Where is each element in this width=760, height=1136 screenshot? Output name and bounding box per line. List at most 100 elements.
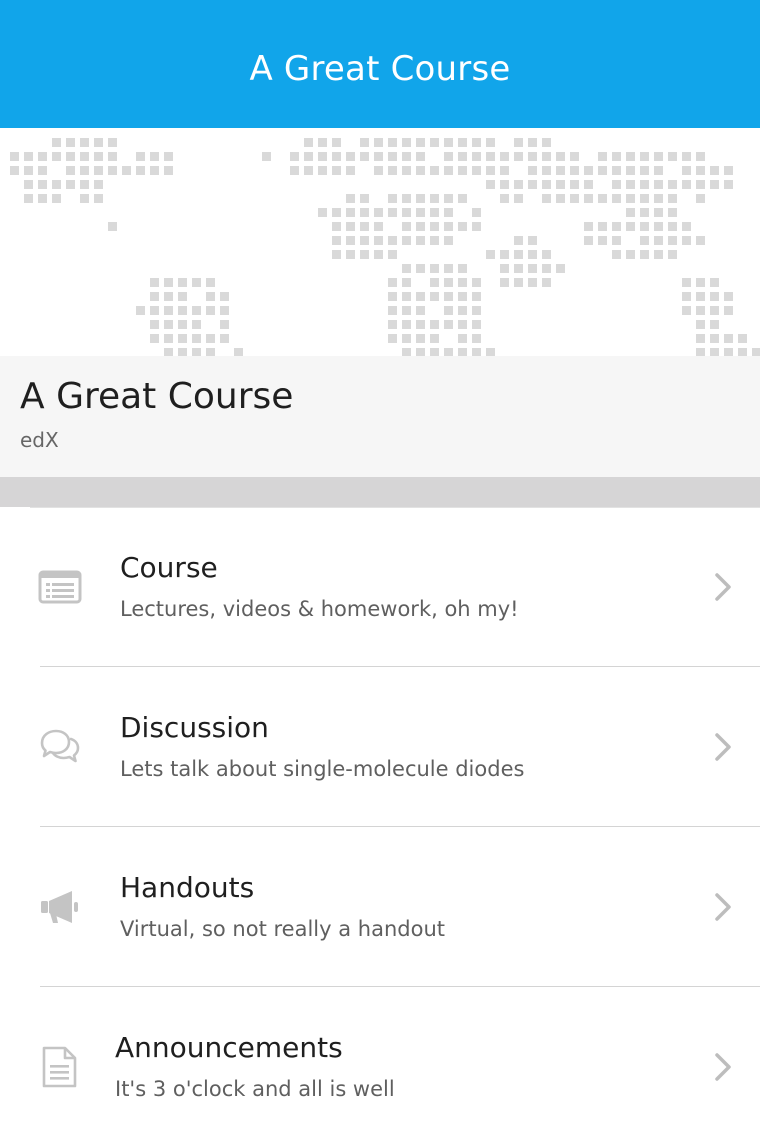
- map-dot: [528, 138, 537, 147]
- map-dot: [696, 236, 705, 245]
- map-dot: [682, 180, 691, 189]
- map-dot: [430, 236, 439, 245]
- map-dot: [444, 208, 453, 217]
- map-dot: [402, 194, 411, 203]
- map-dot: [710, 292, 719, 301]
- map-dot: [570, 152, 579, 161]
- map-dot: [486, 152, 495, 161]
- map-dot: [500, 264, 509, 273]
- map-dot: [192, 320, 201, 329]
- map-dot: [514, 278, 523, 287]
- map-dot: [150, 306, 159, 315]
- map-dot: [416, 166, 425, 175]
- map-dot: [528, 278, 537, 287]
- map-dot: [640, 166, 649, 175]
- menu-item-handouts[interactable]: Handouts Virtual, so not really a handou…: [0, 827, 760, 987]
- map-dot: [654, 250, 663, 259]
- map-dot: [430, 334, 439, 343]
- map-dot: [402, 208, 411, 217]
- map-dot: [402, 278, 411, 287]
- map-dot: [164, 152, 173, 161]
- map-dot: [374, 236, 383, 245]
- map-dot: [500, 278, 509, 287]
- map-dot: [612, 166, 621, 175]
- map-dot: [24, 166, 33, 175]
- menu-item-discussion[interactable]: Discussion Lets talk about single-molecu…: [0, 667, 760, 827]
- map-dot: [416, 208, 425, 217]
- map-dot: [206, 278, 215, 287]
- map-dot: [52, 152, 61, 161]
- map-dot: [626, 180, 635, 189]
- map-dot: [444, 292, 453, 301]
- map-dot: [710, 166, 719, 175]
- map-dot: [360, 138, 369, 147]
- map-dot: [668, 152, 677, 161]
- world-map-dots-image: [10, 138, 760, 357]
- map-dot: [52, 138, 61, 147]
- map-dot: [542, 194, 551, 203]
- map-dot: [668, 194, 677, 203]
- map-dot: [80, 194, 89, 203]
- map-dot: [332, 250, 341, 259]
- menu-item-course[interactable]: Course Lectures, videos & homework, oh m…: [0, 507, 760, 667]
- map-dot: [94, 166, 103, 175]
- chat-bubbles-icon: [40, 729, 80, 763]
- map-dot: [570, 166, 579, 175]
- map-dot: [542, 152, 551, 161]
- map-dot: [164, 278, 173, 287]
- menu-item-subtitle: It's 3 o'clock and all is well: [115, 1077, 395, 1101]
- map-dot: [150, 278, 159, 287]
- map-dot: [416, 306, 425, 315]
- map-dot: [430, 292, 439, 301]
- map-dot: [668, 250, 677, 259]
- map-dot: [654, 222, 663, 231]
- map-dot: [584, 222, 593, 231]
- map-dot: [668, 236, 677, 245]
- map-dot: [178, 306, 187, 315]
- map-dot: [528, 166, 537, 175]
- map-dot: [598, 222, 607, 231]
- map-dot: [528, 236, 537, 245]
- course-header: A Great Course edX: [0, 356, 760, 477]
- map-dot: [346, 250, 355, 259]
- chevron-right-icon: [715, 733, 731, 761]
- map-dot: [360, 208, 369, 217]
- course-org: edX: [20, 428, 59, 452]
- map-dot: [500, 166, 509, 175]
- map-dot: [556, 166, 565, 175]
- map-dot: [640, 152, 649, 161]
- menu-item-subtitle: Lets talk about single-molecule diodes: [120, 757, 525, 781]
- map-dot: [500, 194, 509, 203]
- map-dot: [374, 152, 383, 161]
- map-dot: [710, 306, 719, 315]
- menu-item-subtitle: Lectures, videos & homework, oh my!: [120, 597, 519, 621]
- map-dot: [136, 306, 145, 315]
- map-dot: [332, 152, 341, 161]
- map-dot: [94, 138, 103, 147]
- map-dot: [66, 166, 75, 175]
- map-dot: [696, 194, 705, 203]
- map-dot: [472, 222, 481, 231]
- map-dot: [472, 334, 481, 343]
- map-dot: [192, 278, 201, 287]
- menu-item-announcements[interactable]: Announcements It's 3 o'clock and all is …: [0, 987, 760, 1136]
- map-dot: [150, 334, 159, 343]
- map-dot: [528, 152, 537, 161]
- map-dot: [346, 152, 355, 161]
- map-dot: [318, 208, 327, 217]
- map-dot: [626, 194, 635, 203]
- map-dot: [514, 194, 523, 203]
- map-dot: [416, 292, 425, 301]
- map-dot: [388, 278, 397, 287]
- map-dot: [402, 166, 411, 175]
- map-dot: [318, 152, 327, 161]
- map-dot: [682, 278, 691, 287]
- map-dot: [332, 236, 341, 245]
- map-dot: [388, 194, 397, 203]
- chevron-right-icon: [715, 893, 731, 921]
- map-dot: [514, 138, 523, 147]
- map-dot: [458, 292, 467, 301]
- map-dot: [416, 320, 425, 329]
- map-dot: [52, 194, 61, 203]
- map-dot: [542, 250, 551, 259]
